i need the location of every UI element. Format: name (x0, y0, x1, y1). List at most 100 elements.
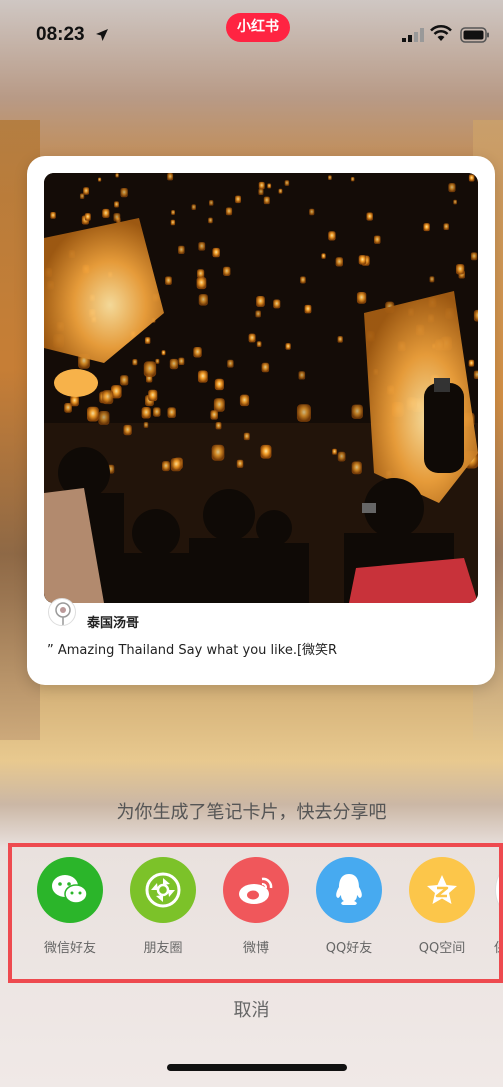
lantern (267, 183, 272, 189)
save-icon (495, 857, 499, 923)
share-label: 保 (488, 937, 499, 956)
lantern (210, 410, 218, 420)
lantern (260, 444, 272, 459)
lantern (115, 173, 119, 178)
note-card[interactable]: 泰国汤哥 ” Amazing Thailand Say what you lik… (27, 156, 495, 685)
lantern (278, 188, 283, 194)
lantern (468, 174, 475, 182)
cancel-button[interactable]: 取消 (0, 996, 503, 1022)
share-wechat-friends-button[interactable]: 微信好友 (30, 857, 110, 956)
lantern (170, 219, 176, 226)
lantern (193, 346, 202, 358)
lantern (468, 359, 475, 367)
lantern (443, 223, 449, 231)
status-bar: 08:23 小红书 (0, 0, 503, 70)
lantern (255, 310, 261, 318)
lantern (285, 343, 291, 350)
lantern (337, 451, 346, 462)
lantern (178, 357, 185, 366)
lantern (227, 359, 234, 368)
share-label: QQ好友 (325, 941, 373, 956)
home-indicator[interactable] (167, 1064, 347, 1071)
lantern (358, 255, 367, 265)
lantern (215, 422, 222, 430)
lantern (366, 212, 373, 221)
lantern (170, 458, 182, 472)
lantern (477, 177, 478, 182)
share-moments-button[interactable]: 朋友圈 (123, 857, 203, 956)
lantern (453, 199, 457, 205)
lantern (239, 394, 250, 407)
lantern (198, 242, 206, 251)
lantern (284, 180, 290, 186)
lantern (304, 304, 312, 314)
qzone-icon (409, 857, 475, 923)
lantern (321, 253, 326, 259)
share-save-button[interactable]: 保 (488, 857, 499, 956)
lantern (261, 362, 270, 373)
lantern (165, 276, 172, 285)
lantern (102, 208, 110, 218)
lantern (243, 432, 250, 441)
lantern (198, 294, 208, 306)
note-photo-lanterns (44, 173, 478, 603)
lantern (473, 370, 478, 380)
lantern (356, 291, 367, 304)
lantern (258, 188, 264, 195)
lantern (153, 407, 161, 417)
lantern (473, 309, 478, 322)
lantern (171, 210, 176, 215)
lantern (197, 370, 208, 383)
lantern (208, 217, 213, 224)
lantern (144, 337, 151, 344)
lantern (328, 231, 336, 241)
status-time: 08:23 (36, 24, 85, 45)
wifi-icon (430, 25, 452, 41)
author-avatar[interactable] (48, 598, 76, 626)
lantern (167, 173, 174, 181)
share-weibo-button[interactable]: 微博 (216, 857, 296, 956)
lantern (350, 177, 355, 182)
lantern (335, 257, 344, 267)
lantern (214, 378, 224, 391)
share-label: 微信好友 (43, 941, 96, 956)
lantern (309, 208, 315, 216)
share-label: 朋友圈 (143, 941, 183, 956)
lantern (351, 404, 363, 419)
lantern (120, 375, 129, 386)
lantern (83, 187, 90, 195)
lantern (155, 358, 160, 364)
share-qzone-button[interactable]: QQ空间 (402, 857, 482, 956)
lantern (197, 269, 205, 279)
lantern (79, 193, 85, 199)
author-name[interactable]: 泰国汤哥 (87, 612, 139, 631)
lantern (97, 177, 102, 182)
lantern (98, 410, 110, 425)
lantern (298, 371, 306, 380)
lantern (223, 266, 231, 276)
lantern (455, 264, 465, 275)
lantern (169, 358, 179, 370)
location-arrow-icon (96, 29, 108, 41)
lantern (113, 213, 121, 222)
note-caption: ” Amazing Thailand Say what you like.[微笑… (47, 643, 338, 658)
battery-icon (460, 27, 489, 43)
lantern (50, 211, 56, 219)
share-targets-row: 微信好友 朋友圈 微博 QQ好友 QQ空间 (8, 843, 503, 983)
lantern (235, 195, 242, 204)
lantern (256, 295, 265, 307)
lantern (87, 406, 99, 422)
lantern (102, 390, 114, 405)
lantern (212, 247, 220, 258)
lantern (373, 235, 381, 244)
lantern (423, 223, 430, 232)
lantern (141, 407, 151, 419)
moments-icon (130, 857, 196, 923)
share-qq-friends-button[interactable]: QQ好友 (309, 857, 389, 956)
qq-icon (316, 857, 382, 923)
lantern (208, 200, 214, 206)
lantern (167, 407, 176, 418)
lantern (143, 361, 157, 377)
lantern (64, 403, 72, 413)
lantern (429, 276, 435, 283)
